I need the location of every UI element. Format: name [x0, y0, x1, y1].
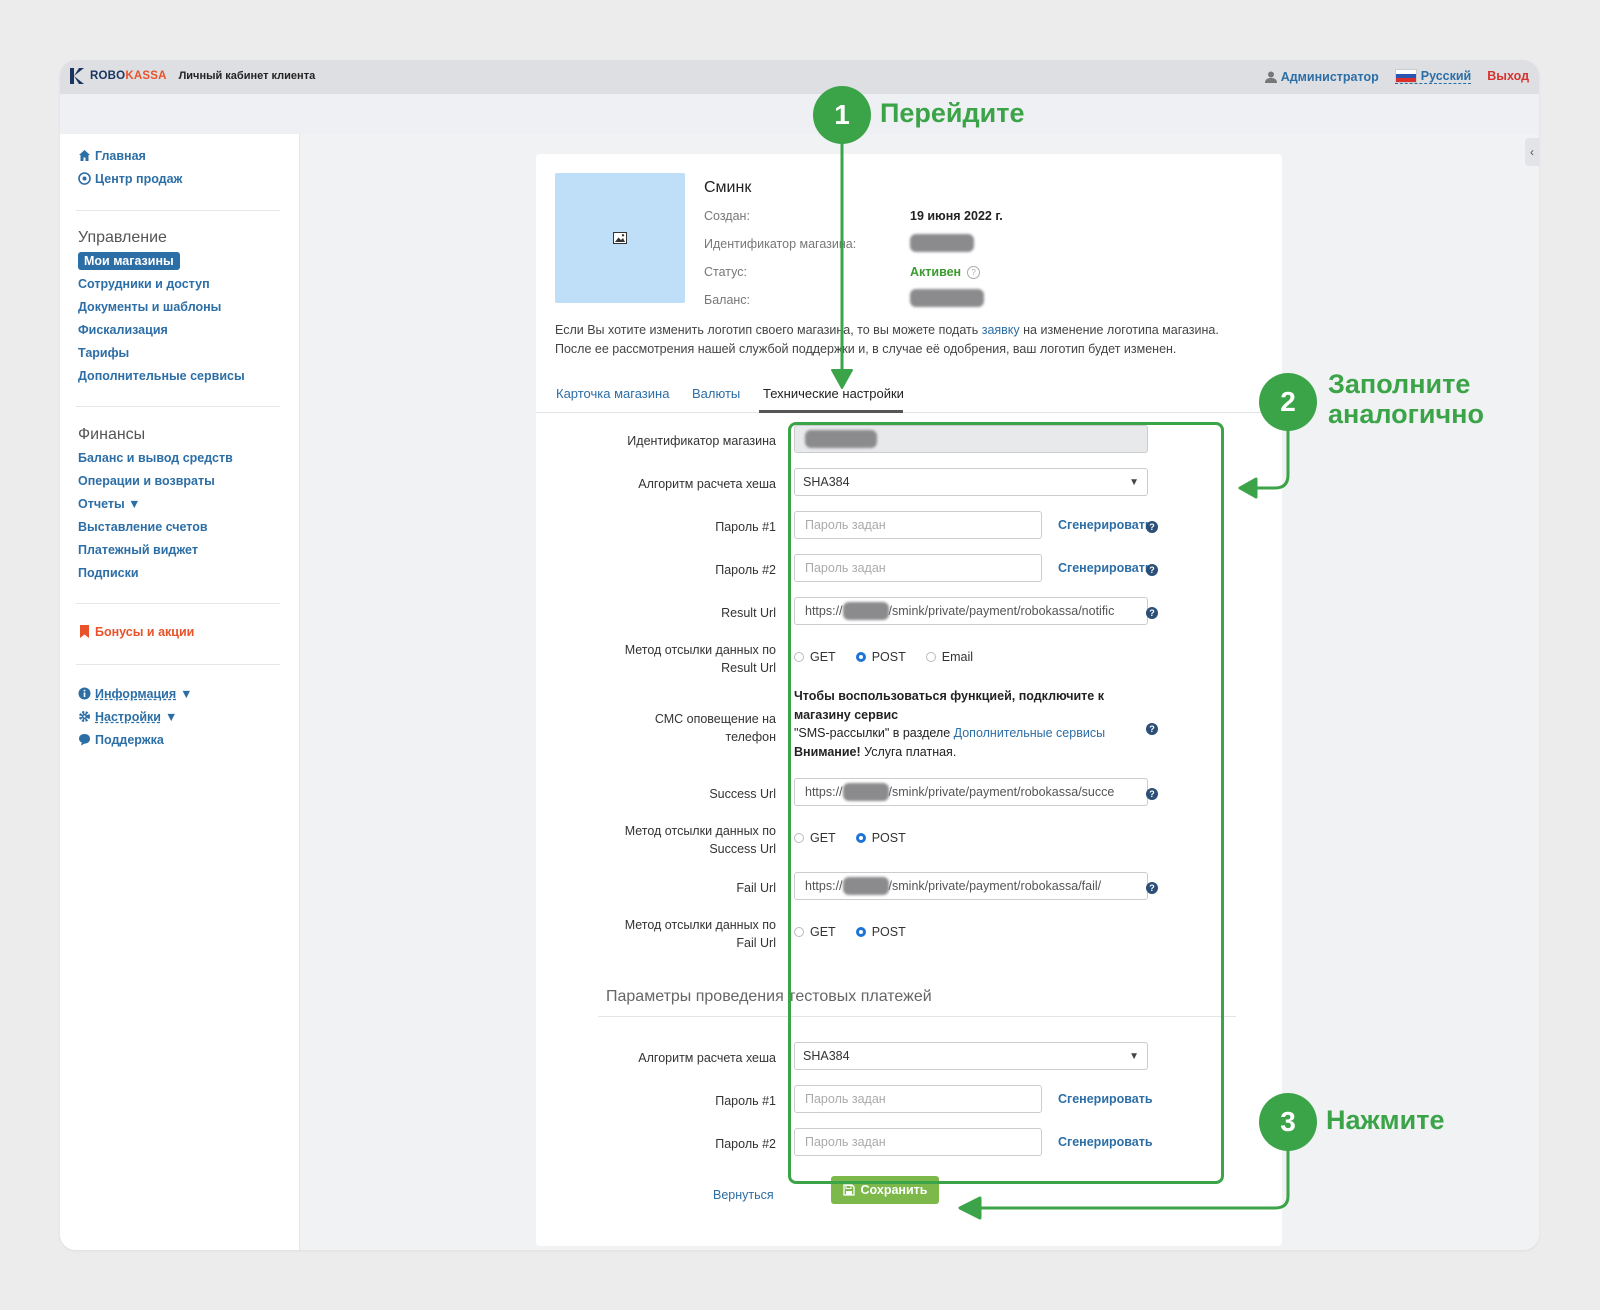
logo[interactable]: ROBOKASSA Личный кабинет клиента	[70, 68, 315, 84]
request-link[interactable]: заявку	[982, 323, 1020, 337]
status-label: Статус:	[704, 265, 747, 279]
divider	[76, 210, 280, 211]
balance-redacted	[910, 289, 984, 307]
sidebar-item-widget[interactable]: Платежный виджет	[78, 538, 233, 561]
sidebar-item-balance[interactable]: Баланс и вывод средств	[78, 446, 233, 469]
target-icon	[78, 172, 91, 185]
collapse-chevron-icon[interactable]: ‹	[1525, 138, 1539, 166]
step2-badge: 2	[1259, 373, 1317, 431]
test-password2-label: Пароль #2	[715, 1137, 776, 1151]
tabs: Карточка магазина Валюты Технические нас…	[536, 376, 1282, 413]
section-management: Управление	[78, 229, 167, 246]
step3-badge: 3	[1259, 1093, 1317, 1151]
sidebar-item-home[interactable]: Главная	[78, 144, 182, 167]
method-result-label: Метод отсылки данных по Result Url	[624, 643, 776, 675]
sidebar-item-staff[interactable]: Сотрудники и доступ	[78, 272, 245, 295]
top-bar: ROBOKASSA Личный кабинет клиента Админис…	[60, 60, 1539, 94]
method-fail-label: Метод отсылки данных по Fail Url	[624, 918, 776, 950]
back-link[interactable]: Вернуться	[713, 1188, 774, 1202]
method-success-label: Метод отсылки данных по Success Url	[624, 824, 776, 856]
robokassa-logo-icon	[70, 68, 84, 84]
success-url-label: Success Url	[709, 787, 776, 801]
password1-label: Пароль #1	[715, 520, 776, 534]
gear-icon	[79, 711, 90, 722]
admin-link[interactable]: Администратор	[1264, 69, 1379, 84]
shop-logo[interactable]	[555, 173, 685, 303]
sidebar-item-bonuses[interactable]: Бонусы и акции	[78, 620, 194, 643]
step1-text: Перейдите	[880, 98, 1025, 128]
sms-label: СМС оповещение на телефон	[654, 712, 776, 744]
shop-id-field-label: Идентификатор магазина	[627, 434, 776, 448]
step2-text: Заполните аналогично	[1328, 369, 1484, 429]
sidebar-item-documents[interactable]: Документы и шаблоны	[78, 295, 245, 318]
sidebar-item-settings[interactable]: Настройки ▼	[78, 705, 193, 728]
sidebar-item-reports[interactable]: Отчеты ▼	[78, 492, 233, 515]
password2-label: Пароль #2	[715, 563, 776, 577]
balance-label: Баланс:	[704, 293, 751, 307]
user-icon	[1264, 71, 1277, 83]
fail-url-label: Fail Url	[736, 881, 776, 895]
shop-id-label: Идентификатор магазина:	[704, 237, 857, 251]
info-icon	[78, 687, 91, 700]
logout-link[interactable]: Выход	[1487, 69, 1529, 84]
sidebar-item-tariffs[interactable]: Тарифы	[78, 341, 245, 364]
sidebar-item-info[interactable]: Информация ▼	[78, 682, 193, 705]
tab-currencies[interactable]: Валюты	[692, 386, 740, 401]
step1-badge: 1	[813, 86, 871, 144]
active-tab-indicator	[759, 410, 903, 413]
sidebar-item-support[interactable]: Поддержка	[78, 728, 193, 751]
divider	[76, 664, 280, 665]
language-select[interactable]: Русский	[1394, 69, 1472, 84]
logo-notice: Если Вы хотите изменить логотип своего м…	[555, 323, 1219, 356]
sidebar-item-operations[interactable]: Операции и возвраты	[78, 469, 233, 492]
created-label: Создан:	[704, 209, 750, 223]
section-finance: Финансы	[78, 426, 146, 443]
sidebar-item-extra-services[interactable]: Дополнительные сервисы	[78, 364, 245, 387]
divider	[76, 603, 280, 604]
sidebar-item-invoices[interactable]: Выставление счетов	[78, 515, 233, 538]
tab-shop-card[interactable]: Карточка магазина	[556, 386, 669, 401]
created-value: 19 июня 2022 г.	[910, 209, 1003, 223]
chat-icon	[79, 734, 90, 746]
sidebar-item-sales-center[interactable]: Центр продаж	[78, 167, 182, 190]
result-url-label: Result Url	[721, 606, 776, 620]
sidebar: Главная Центр продаж Управление Мои мага…	[60, 134, 300, 1250]
sidebar-item-fiscal[interactable]: Фискализация	[78, 318, 245, 341]
shop-name: Сминк	[704, 179, 752, 196]
floppy-icon	[842, 1184, 855, 1196]
test-hash-label: Алгоритм расчета хеша	[638, 1051, 776, 1065]
tab-technical-settings[interactable]: Технические настройки	[763, 386, 904, 401]
russia-flag-icon	[1394, 69, 1417, 83]
question-icon[interactable]: ?	[967, 265, 981, 279]
sidebar-item-subscriptions[interactable]: Подписки	[78, 561, 233, 584]
cabinet-title: Личный кабинет клиента	[178, 70, 316, 82]
step3-text: Нажмите	[1326, 1105, 1445, 1135]
image-icon	[613, 232, 627, 244]
hash-label: Алгоритм расчета хеша	[638, 477, 776, 491]
bookmark-icon	[80, 625, 89, 638]
status-value: Активен	[910, 265, 962, 279]
sub-bar	[60, 94, 1539, 134]
shop-id-redacted	[910, 234, 974, 252]
divider	[76, 406, 280, 407]
sidebar-item-my-shops[interactable]: Мои магазины	[78, 251, 180, 270]
test-password1-label: Пароль #1	[715, 1094, 776, 1108]
home-icon	[79, 150, 90, 161]
fill-highlight-box	[788, 422, 1224, 1184]
